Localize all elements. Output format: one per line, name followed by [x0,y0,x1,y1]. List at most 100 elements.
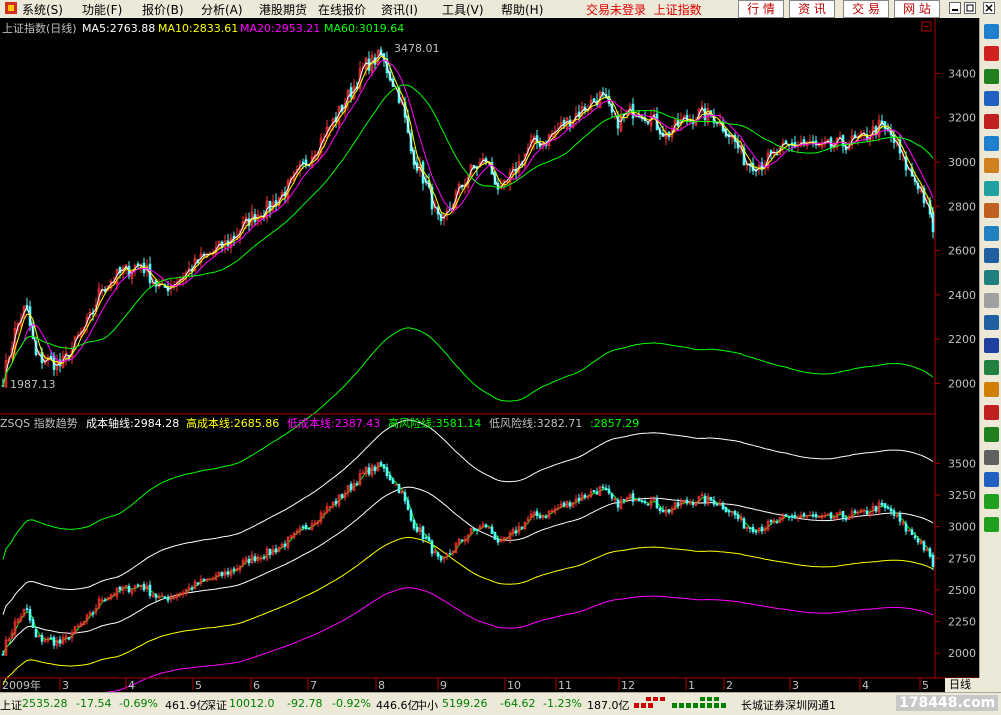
menu-hk-futures[interactable]: 港股期货 [259,1,307,18]
menu-system[interactable]: 系统(S) [22,1,63,18]
menu-info[interactable]: 资讯(I) [381,1,418,18]
trade-button[interactable]: 交 易 [843,0,889,18]
sub-candle-body [841,511,845,518]
sub-candle-body [355,483,359,485]
cost-axis-label: 成本轴线:2984.28 [86,416,179,430]
sub-candle-body [409,510,413,521]
low-risk-label: 低风险线:3282.71 [489,416,582,430]
sub-candle-body [127,585,131,593]
people-icon[interactable] [984,225,999,241]
xtick-label: 10 [507,679,521,692]
restore-icon[interactable] [964,2,976,17]
sub-candle-body [865,510,869,515]
xtick-label: 8 [378,679,385,692]
sub-candle-body [709,496,713,501]
menu-bar: 系统(S) 功能(F) 报价(B) 分析(A) 港股期货 在线报价 资讯(I) … [0,0,1001,19]
sub-indicator-name: ZSQS 指数趋势 [0,416,78,430]
m-icon[interactable] [984,315,999,331]
sub-candle-body [724,507,728,513]
sub-candle-body [142,584,146,591]
sz-value: 10012.0 [229,697,275,710]
sub-candle-body [196,582,200,585]
arrow-down-icon[interactable] [984,516,999,532]
zx-label[interactable]: 中小 [416,697,438,713]
compare-icon[interactable] [984,270,999,286]
fund-icon[interactable] [984,248,999,263]
sz-label[interactable]: 深证 [205,697,227,713]
high-risk-label: 高风险线:3581.14 [388,416,481,430]
sh-label[interactable]: 上证 [0,697,22,713]
list-icon[interactable] [984,360,999,375]
chart-icon[interactable] [984,158,999,174]
sub-candle-body [136,584,140,587]
market-breadth-icon [632,696,732,713]
sub-candle-body [268,548,272,556]
sub-candle-body [520,527,524,529]
sub-candle-body [391,478,395,484]
arrow-up-icon[interactable] [984,494,999,510]
sub-candle-body [916,538,920,543]
high-price-label: 3478.01 [394,42,440,55]
menu-tools[interactable]: 工具(V) [442,1,484,18]
sub-candle-body [220,571,224,576]
xtick-label: 6 [253,679,260,692]
rsi-icon[interactable] [984,337,999,353]
sub-candle-body [892,510,896,516]
table-icon[interactable] [984,136,999,151]
app-icon[interactable] [4,1,18,18]
status-bar: 上证 2535.28 -17.54 -0.69% 461.9亿 深证 10012… [0,692,1001,715]
sub-candle-body [727,510,731,513]
menu-help[interactable]: 帮助(H) [501,1,543,18]
sub-candle-body [190,587,194,590]
sub-candle-body [397,483,401,493]
sub-candle-body [382,464,386,469]
bar-chart-icon[interactable] [984,24,999,39]
sub-candle-body [52,637,56,646]
sub-candle-body [415,526,419,532]
up-trend-icon[interactable] [984,91,999,107]
sub-candle-body [742,518,746,529]
move-icon[interactable] [984,472,999,487]
grid-icon[interactable] [984,404,999,420]
menu-quote[interactable]: 报价(B) [142,1,184,18]
line-chart-icon[interactable] [984,46,999,62]
xtick-label: 5 [922,679,929,692]
trade-login-status[interactable]: 交易未登录 上证指数 [586,1,702,18]
chart-area[interactable]: 3400320030002800260024002200200035003250… [0,18,979,692]
sub-candle-body [232,568,236,571]
period-tab[interactable]: 日线 [945,678,1001,692]
menu-function[interactable]: 功能(F) [82,1,122,18]
sub-candle-body [340,493,344,498]
volume-icon[interactable] [984,113,999,129]
sub-candle-body [844,517,848,520]
sub-candle-body [439,555,443,561]
sub-candle-body [793,515,797,519]
etf-icon[interactable] [984,292,999,308]
sub-candle-body [751,527,755,532]
f10-icon[interactable] [984,180,999,196]
close-icon[interactable] [983,2,995,17]
candle-body [646,122,650,125]
menu-analysis[interactable]: 分析(A) [201,1,243,18]
sub-candle-body [421,526,425,540]
sub-candle-body [472,528,476,531]
zoom-icon[interactable] [984,449,999,465]
kline-icon[interactable] [984,68,999,84]
sz-amount: 446.6亿 [376,699,419,712]
sub-ytick-label: 2000 [948,647,976,660]
info-button[interactable]: 资 讯 [789,0,835,18]
zx-amount: 187.0亿 [587,699,630,712]
sub-candle-body [829,512,833,519]
menu-online-quote[interactable]: 在线报价 [318,1,366,18]
sub-candle-body [385,467,389,476]
gift-icon[interactable] [984,203,999,219]
quote-button[interactable]: 行 情 [738,0,784,18]
pen-icon[interactable] [984,427,999,443]
sub-candle-body [28,608,32,621]
minimize-icon[interactable] [949,2,961,17]
zx-value: 5199.26 [442,697,488,710]
sub-candle-body [31,619,35,628]
website-button[interactable]: 网 站 [894,0,940,18]
sub-ytick-label: 3500 [948,457,976,470]
hourglass-icon[interactable] [984,382,999,398]
